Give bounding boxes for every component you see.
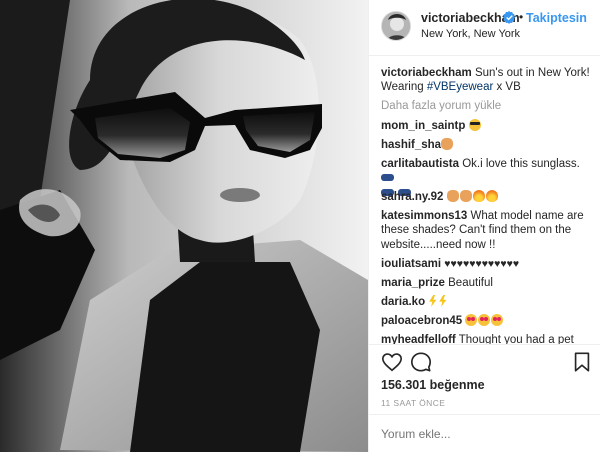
heart-outline-icon[interactable] [381, 351, 403, 373]
fire-emoji-icon [472, 190, 485, 202]
header-separator: • [519, 10, 524, 24]
comment-item: sahra.ny.92 [381, 190, 593, 204]
comment-username[interactable]: katesimmons13 [381, 210, 467, 222]
post-timestamp[interactable]: 11 SAAT ÖNCE [381, 398, 445, 408]
comment-username[interactable]: carlitabautista [381, 158, 459, 170]
lightning-emoji-icon [439, 295, 447, 307]
post-side-panel: victoriabeckham • Takiptesin New York, N… [368, 0, 600, 452]
comment-text: Ok.i love this sunglass. [462, 158, 580, 170]
action-bar [369, 344, 600, 378]
heart-eyes-emoji-icon [465, 314, 478, 326]
comment-username[interactable]: daria.ko [381, 296, 425, 308]
load-more-comments-button[interactable]: Daha fazla yorum yükle [381, 99, 593, 113]
lightning-emoji-icon [429, 295, 437, 307]
hearts-text: ♥♥♥♥♥♥♥♥♥♥♥♥ [444, 258, 520, 270]
caption: victoriabeckham Sun's out in New York! W… [381, 66, 593, 95]
comment-bubble-icon[interactable] [410, 351, 432, 373]
comment-username[interactable]: iouliatsami [381, 258, 441, 270]
comment-item: mom_in_saintp [381, 119, 593, 133]
post-image [0, 0, 368, 452]
comment-username[interactable]: hashif_sha [381, 139, 441, 151]
caption-username[interactable]: victoriabeckham [381, 67, 472, 79]
post-photo[interactable] [0, 0, 368, 452]
add-comment-bar [369, 414, 600, 452]
comment-item: maria_prize Beautiful [381, 276, 593, 290]
following-button[interactable]: Takiptesin [526, 11, 587, 25]
heart-eyes-emoji-icon [478, 314, 491, 326]
fire-emoji-icon [485, 190, 498, 202]
comment-username[interactable]: mom_in_saintp [381, 120, 465, 132]
comment-item: iouliatsami ♥♥♥♥♥♥♥♥♥♥♥♥ [381, 257, 593, 271]
like-count[interactable]: 156.301 beğenme [381, 378, 485, 392]
bookmark-icon[interactable] [571, 351, 593, 373]
comment-item: katesimmons13 What model name are these … [381, 209, 593, 252]
comment-item: myheadfelloff Thought you had a pet crow… [381, 333, 593, 344]
comment-item: paloacebron45 [381, 314, 593, 328]
post-header: victoriabeckham • Takiptesin New York, N… [369, 0, 600, 56]
sunglasses-emoji-icon [468, 119, 481, 131]
avatar[interactable] [381, 11, 411, 41]
comment-item: hashif_sha [381, 138, 593, 152]
fire-hand-emoji-icon [441, 138, 454, 150]
sunglasses-emoji-icon [381, 174, 394, 182]
post-location[interactable]: New York, New York [421, 28, 520, 40]
comment-username[interactable]: maria_prize [381, 277, 445, 289]
comment-username[interactable]: sahra.ny.92 [381, 191, 443, 203]
comment-username[interactable]: myheadfelloff [381, 334, 456, 344]
comment-username[interactable]: paloacebron45 [381, 315, 462, 327]
clap-emoji-icon [446, 190, 459, 202]
heart-eyes-emoji-icon [491, 314, 504, 326]
comment-text: Beautiful [448, 277, 493, 289]
comment-list[interactable]: victoriabeckham Sun's out in New York! W… [381, 66, 593, 344]
caption-hashtag[interactable]: #VBEyewear [427, 81, 493, 93]
clap-emoji-icon [459, 190, 472, 202]
comment-item: daria.ko [381, 295, 593, 309]
verified-badge-icon [503, 11, 516, 24]
avatar-image [382, 12, 410, 40]
add-comment-input[interactable] [381, 427, 581, 441]
caption-text-after: x VB [493, 81, 521, 94]
